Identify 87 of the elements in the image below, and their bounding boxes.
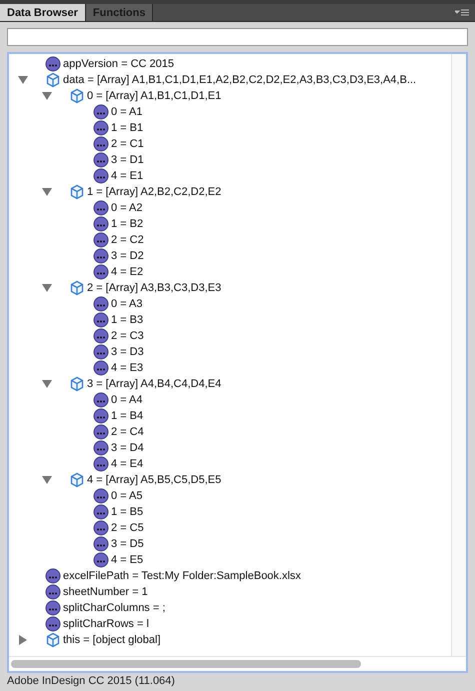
tree-item-label[interactable]: 1 = B5 [111, 506, 144, 518]
tree-item-label[interactable]: sheetNumber = 1 [63, 586, 148, 598]
ellipsis-dot-icon [93, 136, 109, 152]
ellipsis-dot-icon [93, 328, 109, 344]
panel-menu-icon[interactable] [455, 8, 469, 16]
expanded-triangle-icon[interactable] [42, 283, 52, 293]
ellipsis-dot-icon [93, 232, 109, 248]
cube-icon [69, 472, 85, 488]
tree-item-label[interactable]: 2 = [Array] A3,B3,C3,D3,E3 [87, 282, 222, 294]
tree-item-label[interactable]: 4 = E2 [111, 266, 144, 278]
tree-item-label[interactable]: 3 = [Array] A4,B4,C4,D4,E4 [87, 378, 222, 390]
ellipsis-dot-icon [93, 264, 109, 280]
tab[interactable]: Data Browser [0, 4, 86, 21]
tree-item-label[interactable]: 0 = A4 [111, 394, 143, 406]
ellipsis-dot-icon [93, 248, 109, 264]
tree-item-label[interactable]: this = [object global] [63, 634, 161, 646]
ellipsis-dot-icon [93, 440, 109, 456]
ellipsis-dot-icon [45, 584, 61, 600]
ellipsis-dot-icon [45, 568, 61, 584]
ellipsis-dot-icon [93, 216, 109, 232]
tree-item-label[interactable]: 1 = B4 [111, 410, 144, 422]
tree-item-label[interactable]: excelFilePath = Test:My Folder:SampleBook.xlsx [63, 570, 301, 582]
tree-item-label[interactable]: 0 = A3 [111, 298, 143, 310]
tree-item-label[interactable]: 3 = D5 [111, 538, 144, 550]
tree-item-label[interactable]: data = [Array] A1,B1,C1,D1,E1,A2,B2,C2,D2,E2,A3,B3,C3,D3,E3,A4,B... [63, 74, 416, 86]
ellipsis-dot-icon [93, 408, 109, 424]
tree-item-label[interactable]: 4 = [Array] A5,B5,C5,D5,E5 [87, 474, 222, 486]
tree-item-label[interactable]: 3 = D3 [111, 346, 144, 358]
tree-item-label[interactable]: splitCharRows = l [63, 618, 149, 630]
tree-item-label[interactable]: appVersion = CC 2015 [63, 58, 174, 70]
ellipsis-dot-icon [93, 312, 109, 328]
ellipsis-dot-icon [93, 296, 109, 312]
tree-item-label[interactable]: 4 = E1 [111, 170, 144, 182]
ellipsis-dot-icon [93, 456, 109, 472]
ellipsis-dot-icon [45, 616, 61, 632]
tree-item-label[interactable]: 2 = C4 [111, 426, 144, 438]
ellipsis-dot-icon [93, 152, 109, 168]
expanded-triangle-icon[interactable] [42, 379, 52, 389]
tree-item-label[interactable]: 0 = A1 [111, 106, 143, 118]
cube-icon [45, 632, 61, 648]
ellipsis-dot-icon [93, 488, 109, 504]
ellipsis-dot-icon [93, 424, 109, 440]
cube-icon [69, 88, 85, 104]
search-field[interactable] [7, 28, 468, 46]
ellipsis-dot-icon [93, 392, 109, 408]
expanded-triangle-icon[interactable] [42, 475, 52, 485]
ellipsis-dot-icon [93, 120, 109, 136]
ellipsis-dot-icon [93, 504, 109, 520]
ellipsis-dot-icon [93, 520, 109, 536]
tree-item-label[interactable]: 1 = B2 [111, 218, 144, 230]
tree-item-label[interactable]: 1 = [Array] A2,B2,C2,D2,E2 [87, 186, 222, 198]
tree-item-label[interactable]: 3 = D2 [111, 250, 144, 262]
horizontal-scrollbar[interactable] [11, 660, 361, 668]
tree-item-label[interactable]: 4 = E3 [111, 362, 144, 374]
expanded-triangle-icon[interactable] [42, 187, 52, 197]
tree-item-label[interactable]: 3 = D1 [111, 154, 144, 166]
ellipsis-dot-icon [93, 552, 109, 568]
tree-item-label[interactable]: 0 = A5 [111, 490, 143, 502]
ellipsis-dot-icon [45, 600, 61, 616]
tree-item-label[interactable]: 4 = E4 [111, 458, 144, 470]
cube-icon [69, 280, 85, 296]
tree-item-label[interactable]: 3 = D4 [111, 442, 144, 454]
cube-icon [69, 184, 85, 200]
tree-item-label[interactable]: 0 = [Array] A1,B1,C1,D1,E1 [87, 90, 222, 102]
tree-item-label[interactable]: 2 = C5 [111, 522, 144, 534]
collapsed-triangle-icon[interactable] [18, 635, 28, 645]
expanded-triangle-icon[interactable] [18, 75, 28, 85]
tree-item-label[interactable]: 1 = B1 [111, 122, 144, 134]
tree-item-label[interactable]: 2 = C2 [111, 234, 144, 246]
status-text: Adobe InDesign CC 2015 (11.064) [7, 674, 176, 689]
tree-item-label[interactable]: 4 = E5 [111, 554, 144, 566]
tree-item-label[interactable]: 2 = C3 [111, 330, 144, 342]
tree-item-label[interactable]: 0 = A2 [111, 202, 143, 214]
ellipsis-dot-icon [45, 56, 61, 72]
ellipsis-dot-icon [93, 344, 109, 360]
expanded-triangle-icon[interactable] [42, 91, 52, 101]
ellipsis-dot-icon [93, 536, 109, 552]
vertical-scrollbar-track[interactable] [451, 54, 466, 656]
tree-item-label[interactable]: 2 = C1 [111, 138, 144, 150]
tree-item-label[interactable]: splitCharColumns = ; [63, 602, 166, 614]
cube-icon [45, 72, 61, 88]
ellipsis-dot-icon [93, 104, 109, 120]
ellipsis-dot-icon [93, 200, 109, 216]
cube-icon [69, 376, 85, 392]
tree-item-label[interactable]: 1 = B3 [111, 314, 144, 326]
ellipsis-dot-icon [93, 168, 109, 184]
ellipsis-dot-icon [93, 360, 109, 376]
